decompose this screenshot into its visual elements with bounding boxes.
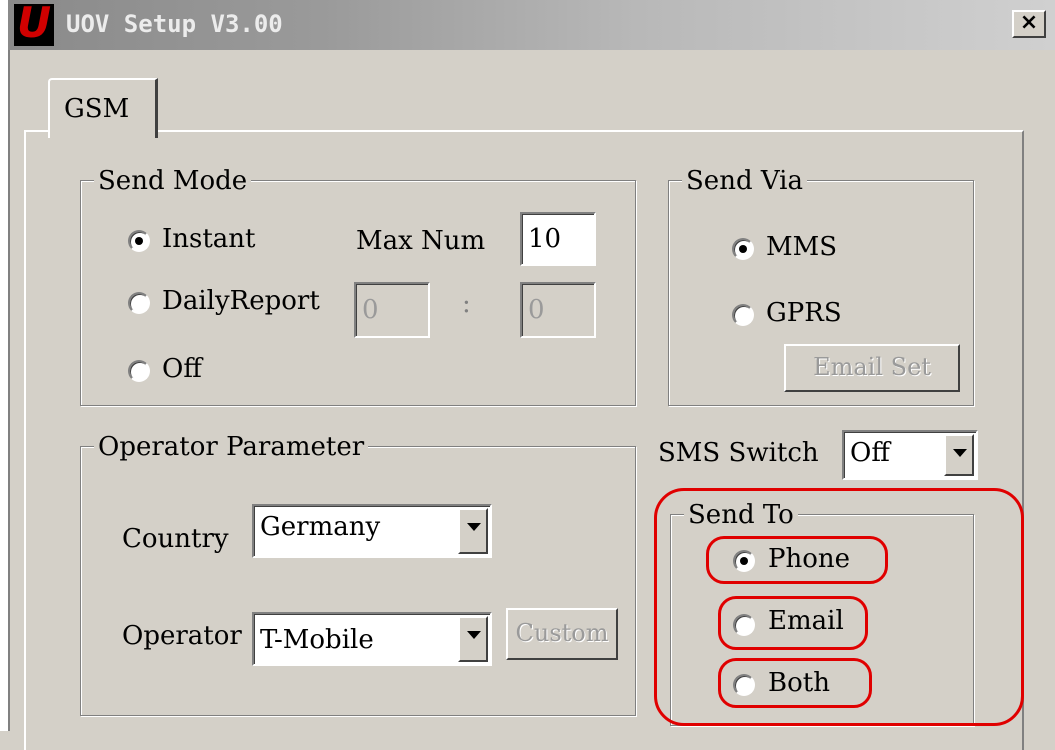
window-title: UOV Setup V3.00 — [66, 10, 283, 38]
mms-radio[interactable] — [732, 238, 754, 260]
daily-minute-input[interactable]: 0 — [520, 282, 596, 338]
instant-radio[interactable] — [128, 230, 150, 252]
dailyreport-radio[interactable] — [128, 292, 150, 314]
time-separator: : — [462, 289, 471, 319]
gprs-label: GPRS — [766, 298, 842, 328]
chevron-down-icon[interactable] — [458, 616, 488, 662]
operator-value: T-Mobile — [260, 625, 374, 655]
country-value: Germany — [260, 512, 381, 542]
off-radio[interactable] — [128, 360, 150, 382]
country-select[interactable]: Germany — [252, 504, 492, 558]
sms-switch-select[interactable]: Off — [842, 430, 978, 480]
email-set-button[interactable]: Email Set — [784, 344, 960, 392]
country-label: Country — [122, 524, 229, 554]
tab-gsm[interactable]: GSM — [48, 78, 158, 138]
phone-highlight — [706, 536, 888, 584]
window-left-border — [0, 0, 10, 731]
instant-label: Instant — [162, 224, 256, 254]
max-num-label: Max Num — [356, 226, 486, 256]
operator-parameter-group — [80, 446, 636, 716]
sms-switch-value: Off — [850, 438, 890, 468]
email-highlight — [718, 596, 868, 650]
dailyreport-label: DailyReport — [162, 286, 320, 316]
chevron-down-icon[interactable] — [944, 434, 974, 476]
mms-label: MMS — [766, 232, 838, 262]
tab-gsm-label: GSM — [64, 94, 130, 124]
custom-button[interactable]: Custom — [506, 608, 618, 660]
chevron-down-icon[interactable] — [458, 508, 488, 554]
both-highlight — [718, 658, 872, 708]
app-logo-icon: U — [14, 0, 54, 46]
send-via-legend: Send Via — [682, 166, 807, 196]
max-num-input[interactable]: 10 — [520, 212, 596, 266]
daily-hour-input[interactable]: 0 — [354, 282, 430, 338]
operator-select[interactable]: T-Mobile — [252, 612, 492, 666]
sms-switch-label: SMS Switch — [658, 438, 819, 468]
off-label: Off — [162, 354, 202, 384]
gprs-radio[interactable] — [732, 304, 754, 326]
close-button[interactable]: × — [1012, 10, 1046, 38]
operator-label: Operator — [122, 621, 242, 651]
operator-parameter-legend: Operator Parameter — [94, 432, 369, 462]
send-mode-legend: Send Mode — [94, 166, 252, 196]
